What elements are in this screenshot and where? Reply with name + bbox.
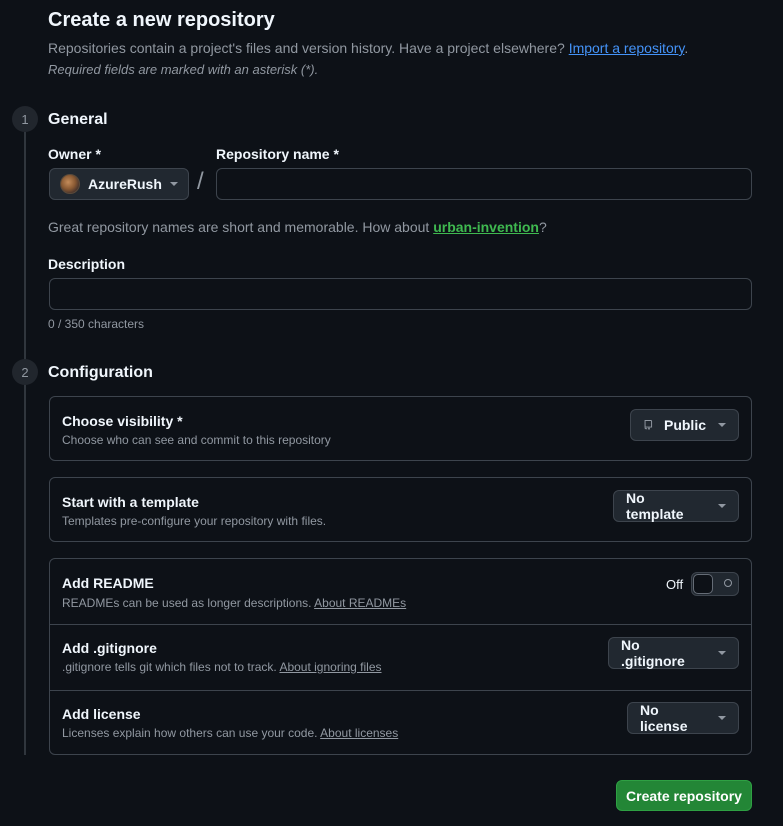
readme-title: Add README <box>62 575 154 591</box>
general-heading: General <box>48 111 108 128</box>
toggle-knob <box>693 574 713 594</box>
about-ignoring-files-link[interactable]: About ignoring files <box>279 660 381 674</box>
configuration-heading: Configuration <box>48 364 153 381</box>
license-desc-text: Licenses explain how others can use your… <box>62 726 318 740</box>
about-licenses-link[interactable]: About licenses <box>320 726 398 740</box>
gitignore-desc-text: .gitignore tells git which files not to … <box>62 660 277 674</box>
suggested-name-link[interactable]: urban-invention <box>433 219 539 235</box>
create-repository-button[interactable]: Create repository <box>616 780 752 811</box>
chevron-down-icon <box>718 504 726 508</box>
visibility-description: Choose who can see and commit to this re… <box>62 433 331 447</box>
license-title: Add license <box>62 706 141 722</box>
license-value: No license <box>640 702 688 734</box>
owner-repo-separator: / <box>197 168 204 195</box>
owner-label: Owner * <box>48 146 101 162</box>
required-fields-note: Required fields are marked with an aster… <box>48 62 319 77</box>
gitignore-select[interactable]: No .gitignore <box>608 637 739 669</box>
readme-description: READMEs can be used as longer descriptio… <box>62 596 406 610</box>
repository-options-section: Add README READMEs can be used as longer… <box>49 558 752 755</box>
visibility-section: Choose visibility * Choose who can see a… <box>49 396 752 461</box>
repository-name-hint: Great repository names are short and mem… <box>48 219 547 235</box>
readme-desc-text: READMEs can be used as longer descriptio… <box>62 596 312 610</box>
template-value: No template <box>626 490 684 522</box>
hint-suffix: ? <box>538 219 547 235</box>
template-section: Start with a template Templates pre-conf… <box>49 477 752 542</box>
description-input[interactable] <box>49 278 752 310</box>
off-circle-icon <box>724 579 732 587</box>
step-2-badge: 2 <box>12 359 38 385</box>
step-1-badge: 1 <box>12 106 38 132</box>
page-title: Create a new repository <box>48 9 275 31</box>
divider <box>50 690 751 691</box>
visibility-title: Choose visibility * <box>62 413 183 429</box>
readme-toggle[interactable] <box>691 572 739 596</box>
gitignore-value: No .gitignore <box>621 637 685 669</box>
gitignore-title: Add .gitignore <box>62 640 157 656</box>
template-title: Start with a template <box>62 494 199 510</box>
repository-name-label: Repository name * <box>216 146 339 162</box>
visibility-value: Public <box>663 417 706 433</box>
owner-select[interactable]: AzureRush <box>49 168 189 200</box>
page-subtitle: Repositories contain a project's files a… <box>48 40 688 56</box>
repo-icon <box>644 420 653 430</box>
subtitle-end: . <box>684 40 689 56</box>
chevron-down-icon <box>718 651 726 655</box>
about-readmes-link[interactable]: About READMEs <box>314 596 406 610</box>
visibility-select[interactable]: Public <box>630 409 739 441</box>
license-description: Licenses explain how others can use your… <box>62 726 398 740</box>
chevron-down-icon <box>718 716 726 720</box>
step-timeline-line <box>24 132 26 755</box>
hint-text: Great repository names are short and mem… <box>48 219 434 235</box>
license-select[interactable]: No license <box>627 702 739 734</box>
chevron-down-icon <box>718 423 726 427</box>
description-label: Description <box>48 256 126 272</box>
subtitle-text: Repositories contain a project's files a… <box>48 40 565 56</box>
template-select[interactable]: No template <box>613 490 739 522</box>
description-character-count: 0 / 350 characters <box>48 317 145 331</box>
readme-toggle-state: Off <box>666 577 684 592</box>
gitignore-description: .gitignore tells git which files not to … <box>62 660 382 674</box>
template-description: Templates pre-configure your repository … <box>62 514 327 528</box>
chevron-down-icon <box>170 182 178 186</box>
import-repository-link[interactable]: Import a repository <box>569 40 685 56</box>
owner-name: AzureRush <box>88 176 162 192</box>
repository-name-input[interactable] <box>216 168 752 200</box>
avatar <box>60 174 80 194</box>
divider <box>50 624 751 625</box>
